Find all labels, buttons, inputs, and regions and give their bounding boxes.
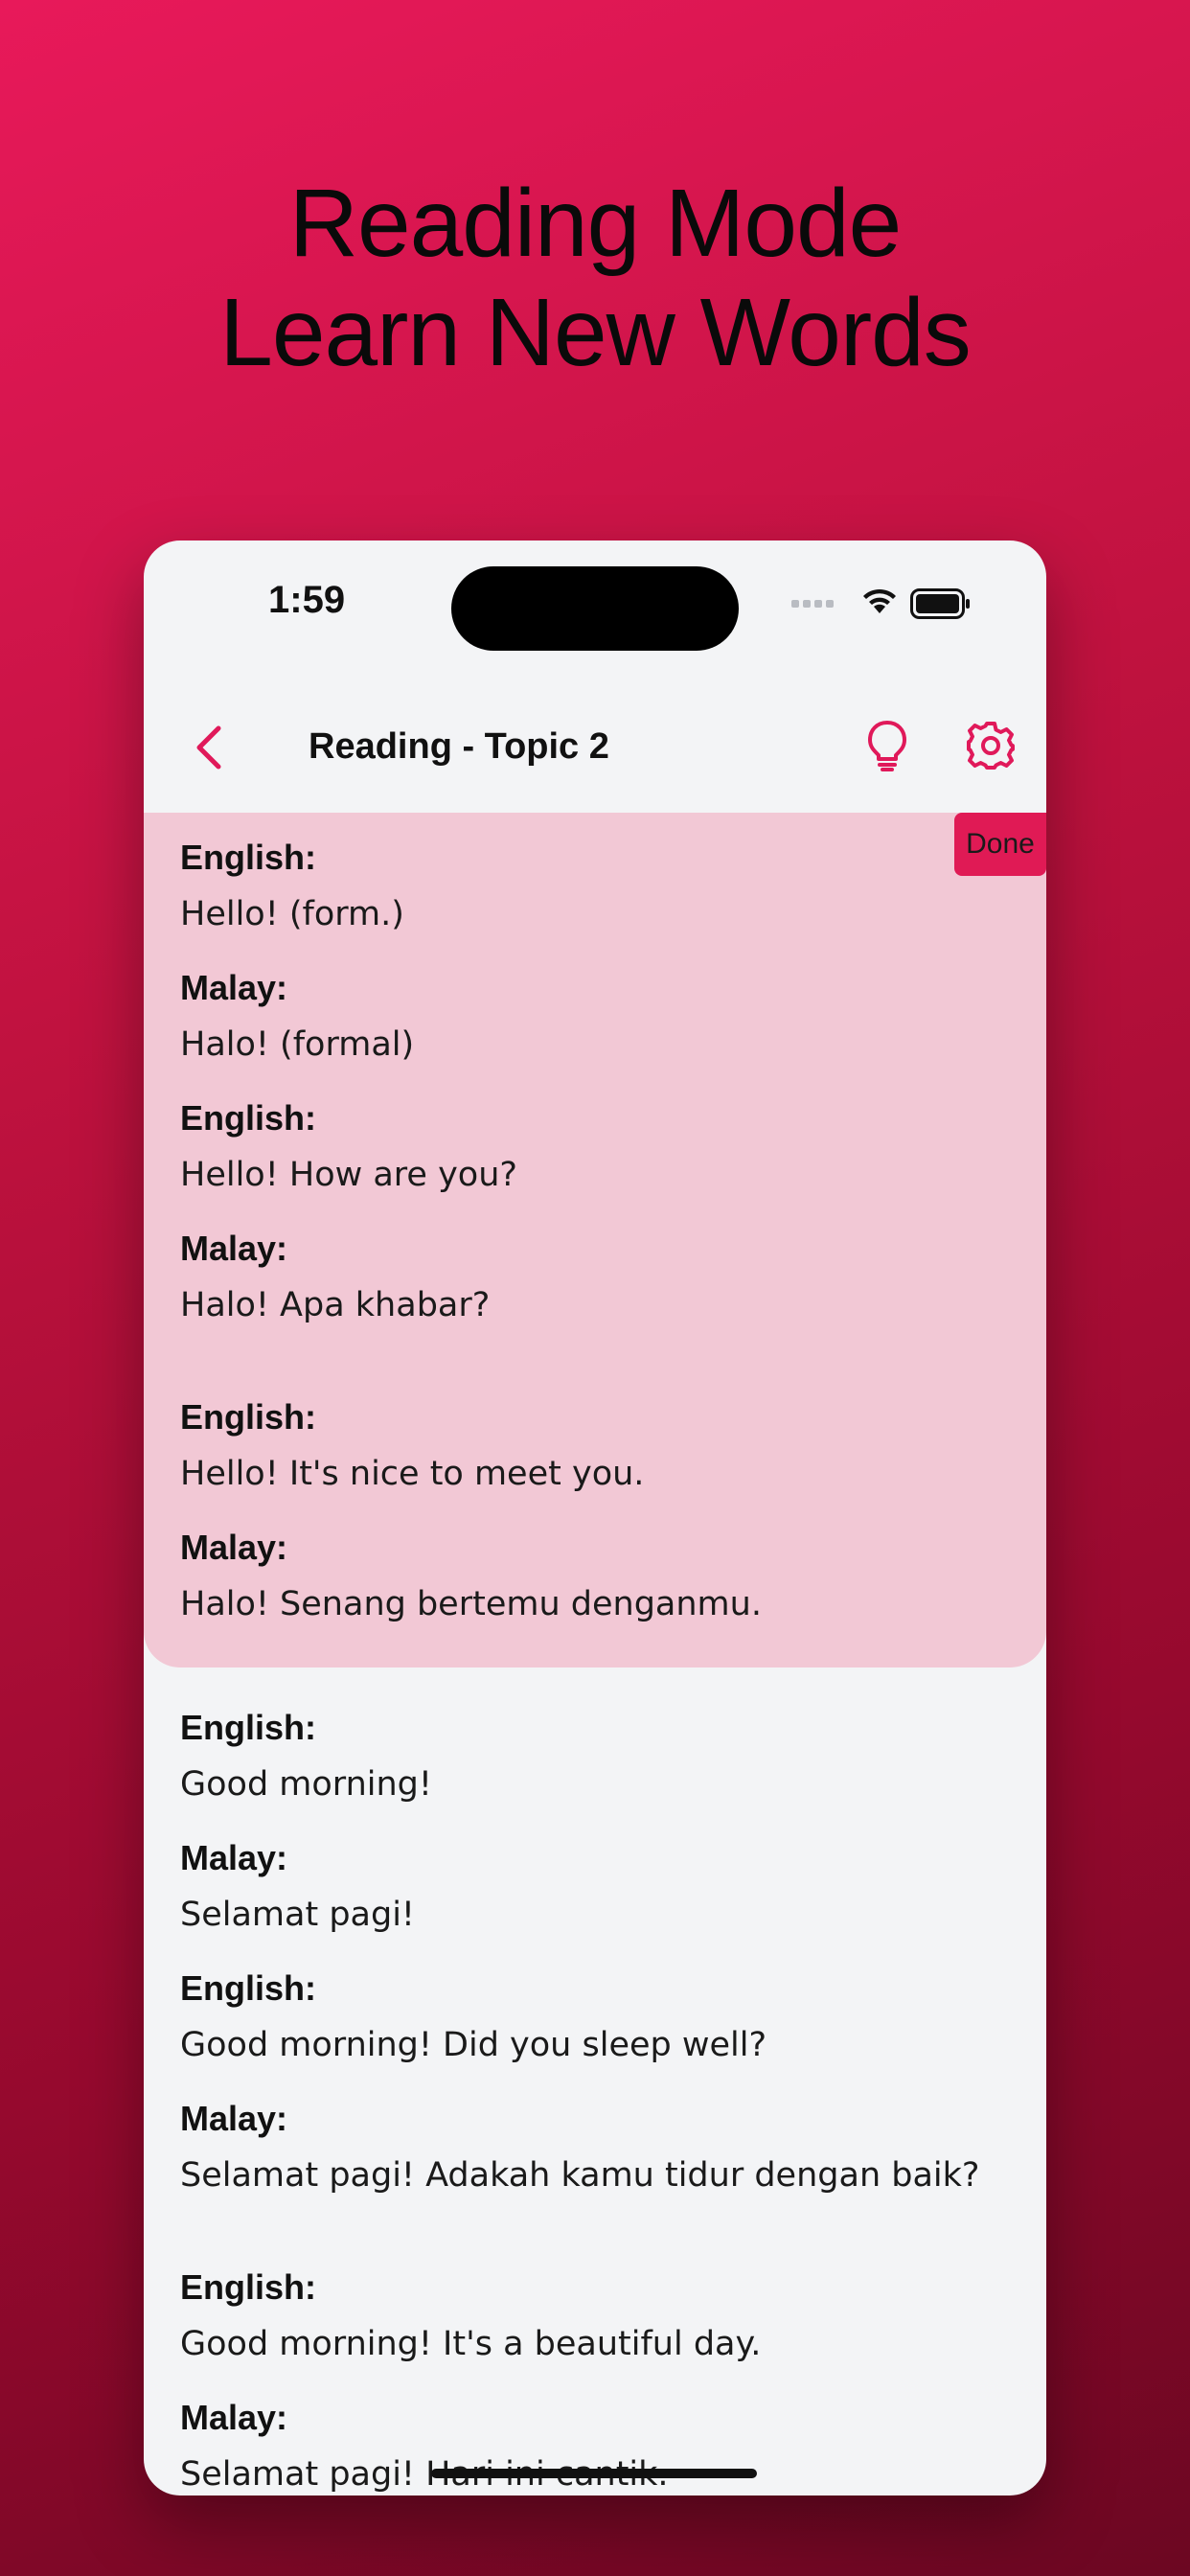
malay-text: Halo! Senang bertemu denganmu. xyxy=(180,1585,762,1623)
malay-label: Malay: xyxy=(180,2398,288,2437)
settings-button[interactable] xyxy=(960,715,1021,776)
english-label: English: xyxy=(180,1968,316,2008)
headline-line-1: Reading Mode xyxy=(288,170,902,277)
status-icons xyxy=(791,585,983,623)
dynamic-island xyxy=(451,566,739,651)
malay-label: Malay: xyxy=(180,1528,288,1567)
english-label: English: xyxy=(180,1098,316,1138)
sentence-pair: English: Good morning! Did you sleep wel… xyxy=(180,1961,1010,2221)
sentence-pair: English: Hello! (form.) Malay: Halo! (fo… xyxy=(180,830,1010,1091)
malay-label: Malay: xyxy=(180,2099,288,2138)
sentence-pair: English: Good morning! Malay: Selamat pa… xyxy=(180,1700,1010,1961)
phone-screen: 1:59 Reading - Topic 2 Done English: Hel… xyxy=(144,540,1046,2496)
headline-line-2: Learn New Words xyxy=(219,279,972,386)
battery-icon xyxy=(910,588,970,619)
sentence-card-done[interactable]: Done English: Hello! (form.) Malay: Halo… xyxy=(144,813,1046,1668)
chevron-left-icon xyxy=(196,725,221,770)
english-label: English: xyxy=(180,838,316,877)
reading-list[interactable]: Done English: Hello! (form.) Malay: Halo… xyxy=(144,813,1046,2496)
malay-label: Malay: xyxy=(180,1838,288,1877)
wifi-icon xyxy=(863,588,896,613)
english-text: Good morning! Did you sleep well? xyxy=(180,2026,767,2064)
malay-text: Selamat pagi! Adakah kamu tidur dengan b… xyxy=(180,2156,980,2195)
english-text: Hello! (form.) xyxy=(180,895,404,933)
sentence-pair: English: Hello! It's nice to meet you. M… xyxy=(180,1390,1010,1650)
lightbulb-icon xyxy=(868,721,906,771)
sentence-pair: English: Good morning! It's a beautiful … xyxy=(180,2260,1010,2496)
home-indicator[interactable] xyxy=(431,2469,757,2478)
malay-text: Selamat pagi! xyxy=(180,1896,415,1934)
back-button[interactable] xyxy=(182,721,236,774)
navigation-bar: Reading - Topic 2 xyxy=(144,694,1046,801)
sentence-pair: English: Hello! How are you? Malay: Halo… xyxy=(180,1091,1010,1351)
status-bar: 1:59 xyxy=(144,540,1046,665)
malay-label: Malay: xyxy=(180,1229,288,1268)
promo-headline: Reading Mode Learn New Words xyxy=(0,169,1190,387)
malay-label: Malay: xyxy=(180,968,288,1007)
english-text: Hello! How are you? xyxy=(180,1156,517,1194)
status-time: 1:59 xyxy=(268,579,346,621)
english-text: Good morning! It's a beautiful day. xyxy=(180,2325,762,2363)
malay-text: Halo! Apa khabar? xyxy=(180,1286,491,1324)
gear-icon xyxy=(967,722,1015,770)
sentence-card[interactable]: English: Good morning! Malay: Selamat pa… xyxy=(144,1668,1046,2496)
english-label: English: xyxy=(180,1397,316,1437)
page-title: Reading - Topic 2 xyxy=(309,726,609,767)
english-label: English: xyxy=(180,1708,316,1747)
done-button[interactable]: Done xyxy=(954,813,1046,876)
english-text: Good morning! xyxy=(180,1765,432,1804)
english-label: English: xyxy=(180,2267,316,2307)
english-text: Hello! It's nice to meet you. xyxy=(180,1455,645,1493)
hint-button[interactable] xyxy=(857,715,918,776)
malay-text: Halo! (formal) xyxy=(180,1025,415,1064)
cellular-signal-icon xyxy=(791,600,834,608)
